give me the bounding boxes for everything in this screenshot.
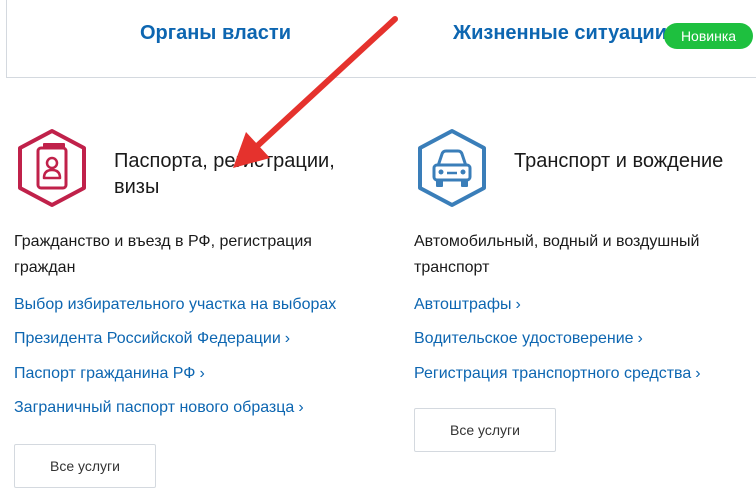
service-link-fines[interactable]: Автоштрафы › xyxy=(414,295,701,329)
all-services-button[interactable]: Все услуги xyxy=(414,408,556,452)
category-title[interactable]: Паспорта, регистрации, визы xyxy=(114,148,354,200)
service-link-driver-license[interactable]: Водительское удостоверение › xyxy=(414,329,701,363)
category-description: Гражданство и въезд в РФ, регистрация гр… xyxy=(14,233,312,276)
all-services-button[interactable]: Все услуги xyxy=(14,444,156,488)
service-link-foreign-passport[interactable]: Заграничный паспорт нового образца › xyxy=(14,398,336,432)
passport-icon[interactable] xyxy=(14,128,90,208)
chevron-right-icon: › xyxy=(199,364,205,382)
category-description: Автомобильный, водный и воздушный трансп… xyxy=(414,233,700,276)
car-icon[interactable] xyxy=(414,128,490,208)
chevron-right-icon: › xyxy=(515,296,521,313)
service-links: Автоштрафы › Водительское удостоверение › … xyxy=(414,295,701,398)
chevron-right-icon: › xyxy=(637,330,643,348)
category-title[interactable]: Транспорт и вождение xyxy=(514,148,754,174)
tab-life-situations[interactable]: Жизненные ситуации xyxy=(453,22,667,45)
chevron-right-icon: › xyxy=(298,398,304,416)
service-link-vehicle-registration[interactable]: Регистрация транспортного средства › xyxy=(414,364,701,398)
chevron-right-icon: › xyxy=(284,330,291,348)
service-links: Выбор избирательного участка на выборах … xyxy=(14,295,336,432)
service-link-polling-station[interactable]: Выбор избирательного участка на выборах xyxy=(14,295,336,329)
service-link-president-election[interactable]: Президента Российской Федерации › xyxy=(14,329,336,363)
service-link-internal-passport[interactable]: Паспорт гражданина РФ › xyxy=(14,364,336,398)
tab-authorities[interactable]: Органы власти xyxy=(140,22,291,45)
new-badge: Новинка xyxy=(664,23,753,49)
top-nav-bar: Органы власти Жизненные ситуации Новинка xyxy=(6,0,756,78)
chevron-right-icon: › xyxy=(695,364,701,382)
